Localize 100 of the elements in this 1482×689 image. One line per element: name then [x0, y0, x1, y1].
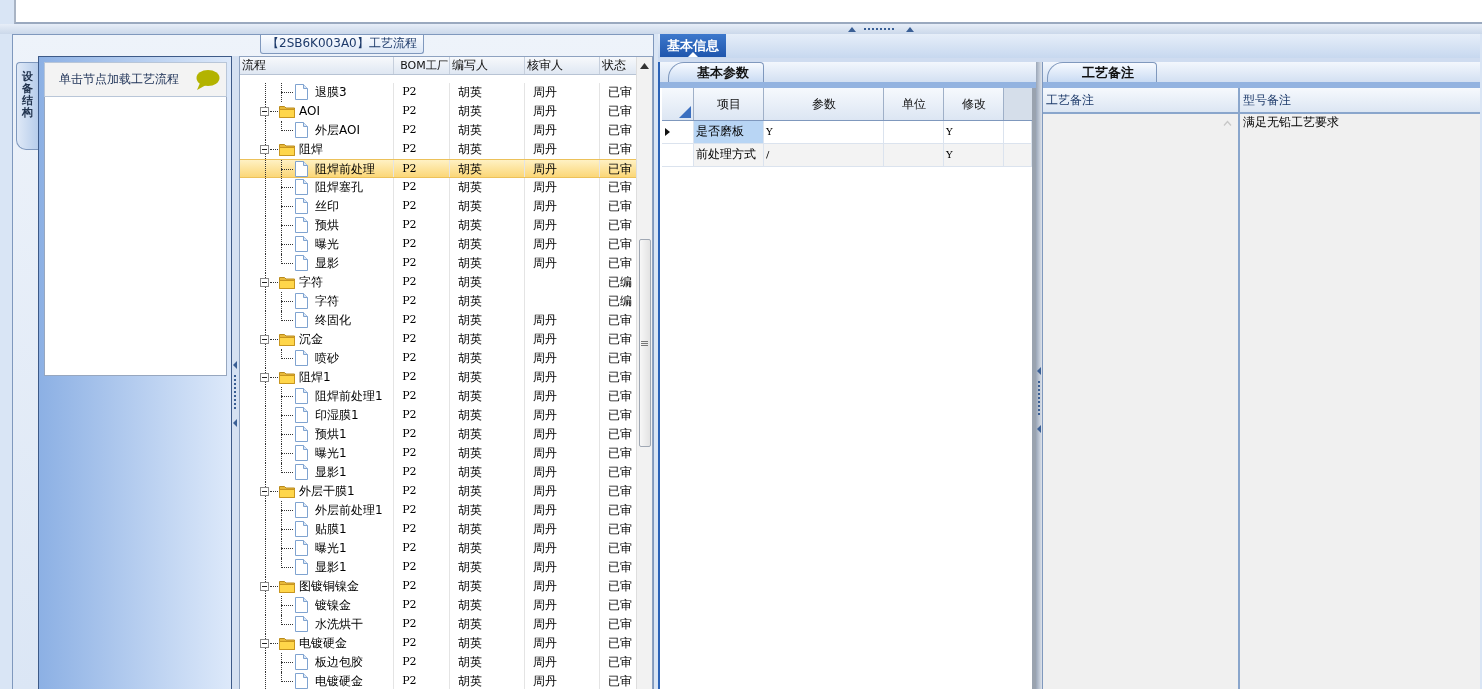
- tree-node-label[interactable]: 终固化: [315, 311, 351, 329]
- table-cell: 周丹: [524, 349, 601, 368]
- tree-row[interactable]: AOI P2 胡英 周丹 已审: [240, 102, 637, 121]
- tree-row[interactable]: 曝光1 P2 胡英 周丹 已审: [240, 444, 637, 463]
- tree-row[interactable]: 水洗烘干 P2 胡英 周丹 已审: [240, 615, 637, 634]
- table-cell[interactable]: Y: [944, 121, 1004, 143]
- tree-node-label[interactable]: AOI: [299, 102, 320, 120]
- collapse-box-icon[interactable]: [260, 487, 269, 496]
- collapse-box-icon[interactable]: [260, 639, 269, 648]
- collapse-box-icon[interactable]: [260, 107, 269, 116]
- tree-row[interactable]: 图镀铜镍金 P2 胡英 周丹 已审: [240, 577, 637, 596]
- tree-node-label[interactable]: 退膜3: [315, 83, 347, 101]
- tree-node-label[interactable]: 预烘1: [315, 425, 347, 443]
- table-cell[interactable]: Y: [764, 121, 884, 143]
- tree-row[interactable]: 显影1 P2 胡英 周丹 已审: [240, 463, 637, 482]
- tree-row[interactable]: 预烘1 P2 胡英 周丹 已审: [240, 425, 637, 444]
- tree-row[interactable]: 终固化 P2 胡英 周丹 已审: [240, 311, 637, 330]
- tree-row[interactable]: 曝光 P2 胡英 周丹 已审: [240, 235, 637, 254]
- tree-row[interactable]: 显影 P2 胡英 周丹 已审: [240, 254, 637, 273]
- column-header[interactable]: 核审人: [524, 57, 601, 74]
- column-header[interactable]: 状态: [600, 57, 637, 74]
- column-header[interactable]: 流程: [240, 57, 395, 74]
- tree-node-label[interactable]: 电镀硬金: [299, 634, 347, 652]
- tree-row[interactable]: 外层AOI P2 胡英 周丹 已审: [240, 121, 637, 140]
- tree-row[interactable]: 曝光1 P2 胡英 周丹 已审: [240, 539, 637, 558]
- tree-row[interactable]: 阻焊前处理1 P2 胡英 周丹 已审: [240, 387, 637, 406]
- tree-row[interactable]: 丝印 P2 胡英 周丹 已审: [240, 197, 637, 216]
- tree-node-label[interactable]: 曝光: [315, 235, 339, 253]
- tree-row[interactable]: 阻焊塞孔 P2 胡英 周丹 已审: [240, 178, 637, 197]
- table-cell[interactable]: 是否磨板: [694, 121, 764, 143]
- scrollbar[interactable]: [636, 57, 652, 689]
- column-header[interactable]: 编写人: [450, 57, 525, 74]
- tree-node-label[interactable]: 外层前处理1: [315, 501, 383, 519]
- tree-node-label[interactable]: 板边包胶: [315, 653, 363, 671]
- collapse-box-icon[interactable]: [260, 373, 269, 382]
- table-cell-text: 已编: [607, 293, 634, 310]
- tree-node-label[interactable]: 阻焊前处理: [315, 160, 375, 178]
- table-cell[interactable]: /: [764, 144, 884, 166]
- tree-node-label[interactable]: 阻焊前处理1: [315, 387, 383, 405]
- tree-row[interactable]: 贴膜1 P2 胡英 周丹 已审: [240, 520, 637, 539]
- column-header[interactable]: 项目: [694, 88, 764, 120]
- tree-node-label[interactable]: 丝印: [315, 197, 339, 215]
- column-header[interactable]: 型号备注: [1240, 88, 1480, 112]
- tree-node-label[interactable]: 外层干膜1: [299, 482, 355, 500]
- tree-node-label[interactable]: 沉金: [299, 330, 323, 348]
- column-header[interactable]: 单位: [884, 88, 944, 120]
- tree-node-label[interactable]: 显影1: [315, 463, 347, 481]
- tree-row[interactable]: 预烘 P2 胡英 周丹 已审: [240, 216, 637, 235]
- tree-row[interactable]: 电镀硬金 P2 胡英 周丹 已审: [240, 672, 637, 689]
- tree-node-label[interactable]: 显影1: [315, 558, 347, 576]
- table-cell: 周丹: [524, 197, 601, 216]
- tree-row[interactable]: 外层前处理1 P2 胡英 周丹 已审: [240, 501, 637, 520]
- collapse-box-icon[interactable]: [260, 335, 269, 344]
- scroll-up-icon[interactable]: [640, 63, 650, 69]
- column-header[interactable]: 工艺备注: [1043, 88, 1240, 112]
- tree-node-label[interactable]: 字符: [299, 273, 323, 291]
- tree-node-label[interactable]: 镀镍金: [315, 596, 351, 614]
- tree-row[interactable]: 印湿膜1 P2 胡英 周丹 已审: [240, 406, 637, 425]
- tree-node-label[interactable]: 字符: [315, 292, 339, 310]
- column-header[interactable]: 参数: [764, 88, 884, 120]
- tree-row[interactable]: 阻焊1 P2 胡英 周丹 已审: [240, 368, 637, 387]
- tree-node-label[interactable]: 阻焊: [299, 140, 323, 158]
- collapse-box-icon[interactable]: [260, 582, 269, 591]
- tree-row[interactable]: 字符 P2 胡英 已编: [240, 292, 637, 311]
- tree-row[interactable]: 显影1 P2 胡英 周丹 已审: [240, 558, 637, 577]
- tree-node-label[interactable]: 电镀硬金: [315, 672, 363, 689]
- tree-node-label[interactable]: 曝光1: [315, 539, 347, 557]
- side-tab[interactable]: 设备结构: [16, 62, 38, 150]
- tree-row[interactable]: 字符 P2 胡英 已编: [240, 273, 637, 292]
- tree-node-label[interactable]: 水洗烘干: [315, 615, 363, 633]
- tree-node-label[interactable]: 显影: [315, 254, 339, 272]
- tree-row[interactable]: 外层干膜1 P2 胡英 周丹 已审: [240, 482, 637, 501]
- tree-row[interactable]: 镀镍金 P2 胡英 周丹 已审: [240, 596, 637, 615]
- tree-row[interactable]: 电镀硬金 P2 胡英 周丹 已审: [240, 634, 637, 653]
- column-header[interactable]: BOM工厂: [394, 57, 450, 74]
- tree-node-label[interactable]: 阻焊1: [299, 368, 331, 386]
- tree-row[interactable]: 沉金 P2 胡英 周丹 已审: [240, 330, 637, 349]
- tree-node-label[interactable]: 曝光1: [315, 444, 347, 462]
- collapse-box-icon[interactable]: [260, 145, 269, 154]
- pane-tab[interactable]: 基本参数: [668, 62, 764, 82]
- table-cell[interactable]: Y: [944, 144, 1004, 166]
- tree-node-label[interactable]: 图镀铜镍金: [299, 577, 359, 595]
- scroll-thumb[interactable]: [638, 239, 651, 447]
- table-cell[interactable]: 前处理方式: [694, 144, 764, 166]
- collapse-box-icon[interactable]: [260, 278, 269, 287]
- table-cell: 胡英: [449, 292, 525, 311]
- row-indicator[interactable]: [662, 121, 694, 143]
- pane-tab[interactable]: 工艺备注: [1047, 62, 1157, 82]
- table-cell: 周丹: [524, 425, 601, 444]
- tree-row[interactable]: 板边包胶 P2 胡英 周丹 已审: [240, 653, 637, 672]
- tree-node-label[interactable]: 印湿膜1: [315, 406, 359, 424]
- tree-node-label[interactable]: 喷砂: [315, 349, 339, 367]
- tree-node-label[interactable]: 阻焊塞孔: [315, 178, 363, 196]
- tree-row[interactable]: 退膜3 P2 胡英 周丹 已审: [240, 83, 637, 102]
- tree-node-label[interactable]: 贴膜1: [315, 520, 347, 538]
- tree-row[interactable]: 阻焊前处理 P2 胡英 周丹 已审: [240, 159, 637, 178]
- tree-row[interactable]: 喷砂 P2 胡英 周丹 已审: [240, 349, 637, 368]
- tree-node-label[interactable]: 预烘: [315, 216, 339, 234]
- tab[interactable]: 基本信息: [660, 34, 726, 57]
- tree-node-label[interactable]: 外层AOI: [315, 121, 360, 139]
